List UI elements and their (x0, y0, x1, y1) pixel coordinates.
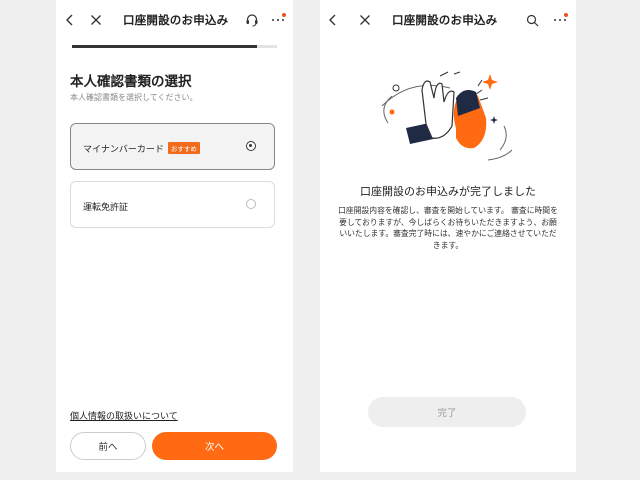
progress-bar (72, 45, 277, 48)
close-icon[interactable] (355, 10, 375, 30)
header: 口座開設のお申込み (56, 0, 293, 40)
back-icon[interactable] (323, 10, 343, 30)
header: 口座開設のお申込み (320, 0, 576, 40)
recommended-badge: おすすめ (167, 142, 200, 154)
support-icon[interactable] (242, 10, 262, 30)
option-my-number-card[interactable]: マイナンバーカード おすすめ (70, 123, 275, 170)
back-icon[interactable] (60, 10, 80, 30)
option-label: マイナンバーカード おすすめ (83, 142, 200, 155)
prev-button[interactable]: 前へ (70, 432, 146, 460)
notification-dot (564, 13, 568, 17)
completion-description: 口座開設内容を確認し、審査を開始しています。 審査に時間を要しておりますが、今し… (338, 206, 558, 250)
notification-dot (282, 13, 286, 17)
page-title: 口座開設のお申込み (392, 13, 498, 27)
document-selection-screen: 口座開設のお申込み 本人確認書類の選択 本人確認書類を選択してください。 マイナ… (56, 0, 293, 472)
privacy-policy-link[interactable]: 個人情報の取扱いについて (70, 409, 178, 422)
option-drivers-license[interactable]: 運転免許証 (70, 181, 275, 228)
radio-unselected[interactable] (246, 199, 256, 209)
done-button[interactable]: 完了 (368, 397, 526, 427)
next-button[interactable]: 次へ (152, 432, 277, 460)
section-subtitle: 本人確認書類を選択してください。 (70, 93, 198, 102)
option-label-text: マイナンバーカード (83, 145, 164, 155)
completion-title: 口座開設のお申込みが完了しました (360, 185, 536, 198)
progress-fill (72, 45, 257, 48)
option-label: 運転免許証 (83, 203, 129, 213)
radio-selected[interactable] (246, 141, 256, 151)
application-complete-screen: 口座開設のお申込み 口座開設のお申込みが完了しました 口座開設内容を確認し、審査… (320, 0, 576, 472)
high-five-illustration-icon (381, 71, 513, 161)
search-icon[interactable] (522, 10, 542, 30)
page-title: 口座開設のお申込み (123, 13, 229, 27)
close-icon[interactable] (86, 10, 106, 30)
section-title: 本人確認書類の選択 (70, 74, 192, 90)
